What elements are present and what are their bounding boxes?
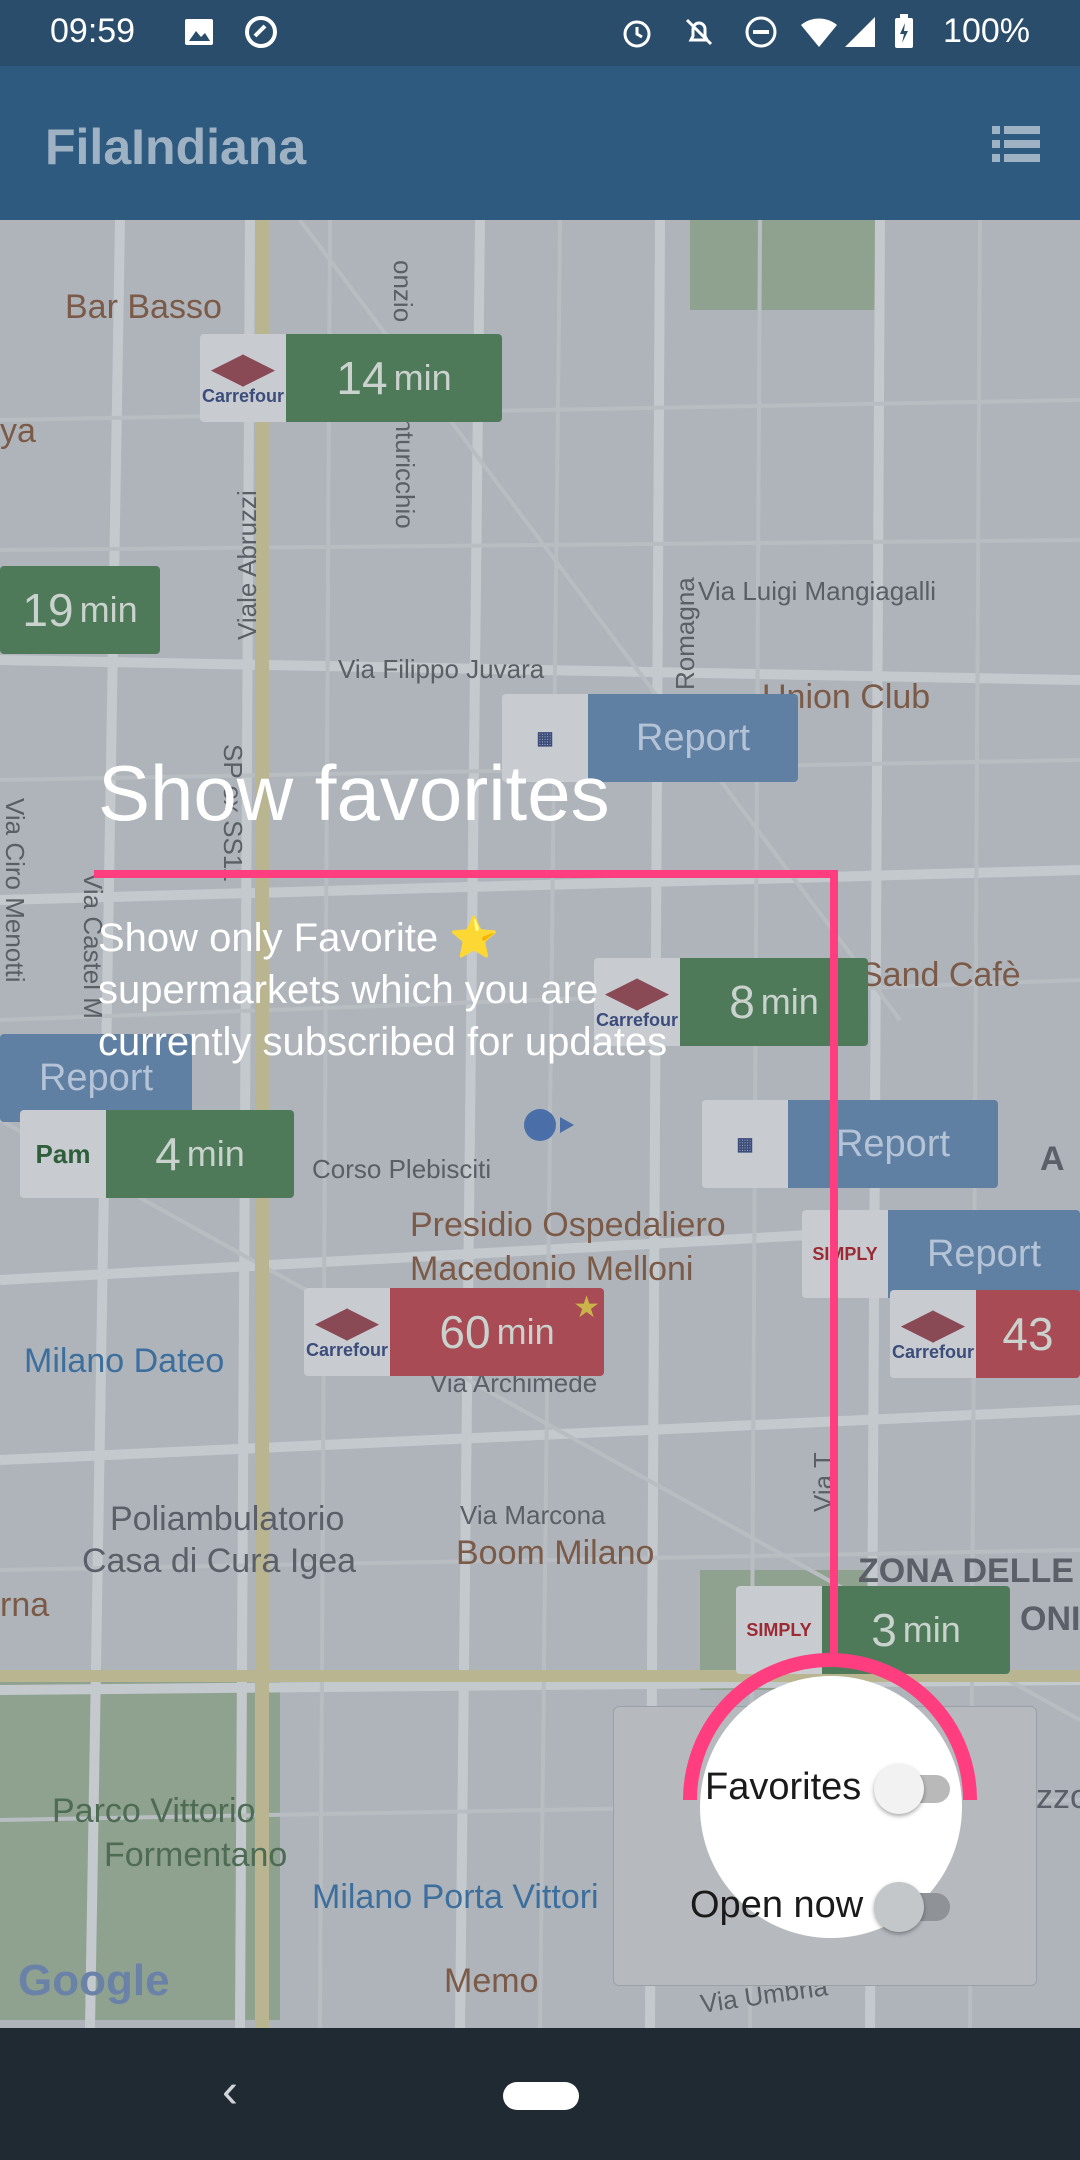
place-milano-dateo[interactable]: Milano Dateo — [24, 1342, 224, 1381]
place-sand-cafe[interactable]: Sand Cafè — [860, 956, 1021, 995]
place-a: A — [1040, 1140, 1065, 1178]
pin-report-label: Report — [888, 1210, 1080, 1298]
pin-minutes: 14 — [336, 352, 388, 404]
place-presidio-2[interactable]: Macedonio Melloni — [410, 1250, 694, 1289]
street-juvara: Via Filippo Juvara — [338, 654, 545, 684]
place-poliambulatorio-2[interactable]: Casa di Cura Igea — [82, 1542, 356, 1581]
toggle-thumb — [874, 1764, 924, 1814]
store-pin-19[interactable]: 19 min — [0, 566, 160, 654]
pam-logo-icon: Pam — [20, 1110, 106, 1198]
pin-unit: min — [186, 1133, 245, 1174]
street-mangiagalli: Via Luigi Mangiagalli — [698, 576, 937, 606]
store-pin-report-simply[interactable]: SIMPLY Report — [802, 1210, 1080, 1298]
favorites-toggle[interactable] — [872, 1762, 962, 1816]
battery-charging-icon — [892, 14, 916, 50]
tutorial-text-line: currently subscribed for updates — [98, 1020, 668, 1064]
open-now-label: Open now — [690, 1884, 864, 1926]
pin-unit: min — [393, 357, 452, 398]
wifi-icon — [798, 14, 840, 50]
favorite-star-icon: ★ — [573, 1291, 600, 1324]
store-pin-pam-4[interactable]: Pam 4 min — [20, 1110, 294, 1198]
place-memo[interactable]: Memo — [444, 1962, 538, 2001]
store-icon: ▦ — [702, 1100, 788, 1188]
toggle-thumb — [874, 1882, 924, 1932]
back-icon[interactable]: ‹ — [222, 2064, 238, 2119]
pin-minutes: 4 — [155, 1128, 181, 1180]
place-zzo: zzo — [1036, 1778, 1080, 1816]
place-parco-2[interactable]: Formentano — [104, 1836, 287, 1875]
favorites-label: Favorites — [705, 1766, 862, 1808]
store-pin-carrefour-14[interactable]: ◀▶ Carrefour 14 min — [200, 334, 502, 422]
street-onzio: onzio — [388, 260, 418, 323]
tutorial-description: Show only Favorite ⭐ supermarkets which … — [98, 912, 778, 1068]
place-parco-1[interactable]: Parco Vittorio — [52, 1792, 255, 1831]
place-boom-milano[interactable]: Boom Milano — [456, 1534, 654, 1573]
google-logo: Google — [18, 1956, 170, 2005]
place-milano-porta-vittoria[interactable]: Milano Porta Vittori — [312, 1878, 599, 1917]
app-title: FilaIndiana — [45, 119, 307, 175]
pin-minutes: 43 — [1002, 1308, 1054, 1360]
pin-minutes: 19 — [22, 584, 74, 636]
notifications-off-icon — [680, 14, 718, 50]
do-not-disturb-icon — [742, 14, 780, 50]
pin-report-label: Report — [588, 694, 798, 782]
pin-minutes: 3 — [871, 1604, 897, 1656]
store-pin-carrefour-43[interactable]: ◀▶ Carrefour 43 — [890, 1290, 1080, 1378]
street-romagna: Romagna — [670, 577, 700, 690]
tutorial-pointer-line-vertical — [830, 870, 838, 1660]
place-poliambulatorio-1[interactable]: Poliambulatorio — [110, 1500, 344, 1539]
status-time: 09:59 — [50, 12, 136, 50]
pin-minutes: 60 — [439, 1306, 491, 1358]
place-presidio-1[interactable]: Presidio Ospedaliero — [410, 1206, 726, 1245]
place-ya: ya — [0, 412, 36, 450]
signal-icon — [842, 14, 878, 50]
street-ciro-menotti: Via Ciro Menotti — [0, 798, 30, 983]
pin-unit: min — [902, 1609, 961, 1650]
pin-unit: min — [79, 589, 138, 630]
simply-logo-icon: SIMPLY — [802, 1210, 888, 1298]
place-bar-basso[interactable]: Bar Basso — [65, 288, 222, 327]
store-pin-report-3[interactable]: ▦ Report — [702, 1100, 998, 1188]
alarm-icon — [618, 14, 656, 50]
list-icon[interactable] — [992, 124, 1040, 164]
pin-unit: min — [496, 1311, 555, 1352]
place-oni: ONI — [1020, 1600, 1080, 1638]
carrefour-logo-icon: ◀▶ Carrefour — [890, 1290, 976, 1378]
street-plebisciti: Corso Plebisciti — [312, 1154, 492, 1184]
place-rna: rna — [0, 1586, 50, 1624]
home-pill-icon[interactable] — [503, 2082, 579, 2110]
open-now-toggle[interactable] — [872, 1880, 962, 1934]
system-nav-bar: ‹ — [0, 2028, 1080, 2160]
battery-percent: 100% — [943, 12, 1030, 50]
tutorial-text-line: Show only Favorite ⭐ — [98, 916, 500, 960]
tutorial-pointer-line — [94, 870, 838, 878]
image-icon — [182, 14, 216, 50]
street-abruzzi: Viale Abruzzi — [232, 490, 262, 640]
street-marcona: Via Marcona — [460, 1500, 606, 1530]
app-bar: FilaIndiana — [0, 66, 1080, 220]
tutorial-text-line: supermarkets which you are — [98, 968, 599, 1012]
sync-icon — [242, 14, 280, 50]
status-bar: 09:59 100% — [0, 0, 1080, 66]
pin-report-label: Report — [788, 1100, 998, 1188]
carrefour-logo-icon: ◀▶ Carrefour — [200, 334, 286, 422]
carrefour-logo-icon: ◀▶ Carrefour — [304, 1288, 390, 1376]
tutorial-title: Show favorites — [98, 749, 610, 837]
store-pin-carrefour-60[interactable]: ◀▶ Carrefour 60 min ★ — [304, 1288, 604, 1376]
